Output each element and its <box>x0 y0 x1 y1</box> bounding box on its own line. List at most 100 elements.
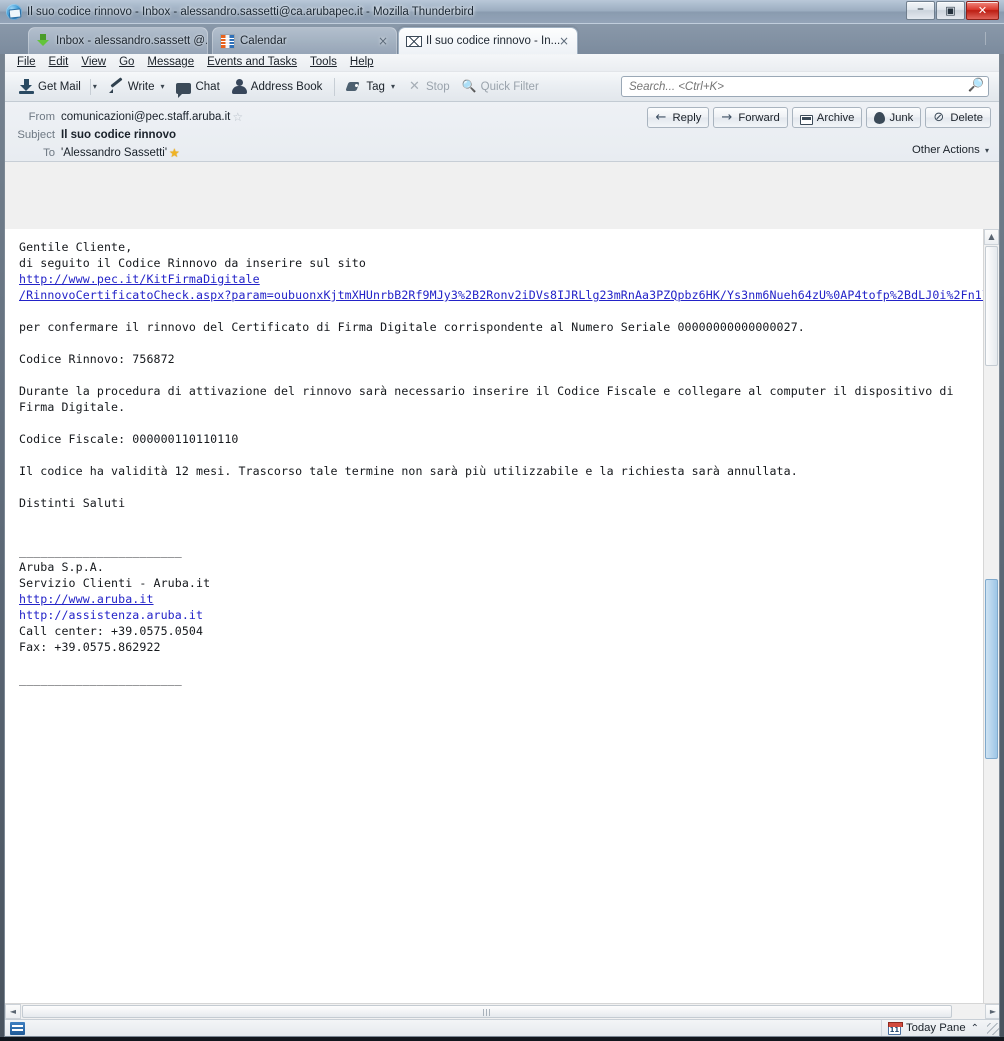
junk-flame-icon <box>874 111 886 124</box>
menu-tools[interactable]: Tools <box>304 54 344 71</box>
from-address[interactable]: comunicazioni@pec.staff.aruba.it <box>61 111 230 123</box>
body-intro: di seguito il Codice Rinnovo da inserire… <box>19 256 366 270</box>
address-book-button[interactable]: Address Book <box>226 76 329 98</box>
signature-company: Aruba S.p.A. <box>19 560 104 574</box>
tab-calendar-close-icon[interactable]: × <box>377 35 389 47</box>
other-actions-chevron-down-icon: ▾ <box>984 146 989 155</box>
vertical-scrollbar[interactable]: ▲ ▼ <box>983 229 999 1036</box>
message-header: From comunicazioni@pec.staff.aruba.it ☆ … <box>5 102 999 162</box>
forward-button[interactable]: → Forward <box>713 107 788 128</box>
body-codice-fiscale: Codice Fiscale: 000000110110110 <box>19 432 239 446</box>
menu-bar: File Edit View Go Message Events and Tas… <box>5 54 999 72</box>
from-label: From <box>28 111 55 123</box>
menu-edit[interactable]: Edit <box>43 54 76 71</box>
other-actions-label: Other Actions <box>912 144 980 156</box>
thunderbird-window: Il suo codice rinnovo - Inbox - alessand… <box>0 0 1004 1041</box>
tag-chevron-down-icon[interactable]: ▾ <box>391 82 395 91</box>
horizontal-scroll-thumb[interactable] <box>22 1005 952 1018</box>
inbox-icon <box>36 34 51 49</box>
signature-call-center: Call center: +39.0575.0504 <box>19 624 204 638</box>
rinnovo-certificato-check-link[interactable]: /RinnovoCertificatoCheck.aspx?param=oubu… <box>19 288 989 302</box>
subject-label: Subject <box>17 129 55 141</box>
header-row-to: To 'Alessandro Sassetti' ★ <box>5 144 999 162</box>
menu-go-label: Go <box>119 56 135 68</box>
write-chevron-down-icon[interactable]: ▾ <box>160 82 164 91</box>
assistenza-aruba-link[interactable]: http://assistenza.aruba.it <box>19 608 203 622</box>
close-button[interactable]: ✕ <box>966 1 999 20</box>
menu-help[interactable]: Help <box>344 54 381 71</box>
chevron-up-icon: ⌃ <box>970 1022 979 1034</box>
close-icon: ✕ <box>977 4 988 17</box>
body-after-link: per confermare il rinnovo del Certificat… <box>19 320 805 334</box>
scroll-right-icon[interactable]: ► <box>985 1004 999 1019</box>
tab-calendar[interactable]: Calendar × <box>212 27 397 54</box>
tab-message-label: Il suo codice rinnovo - In... <box>426 35 561 47</box>
get-mail-label: Get Mail <box>38 80 81 93</box>
status-bar: 11 Today Pane ⌃ <box>5 1019 999 1036</box>
tag-button[interactable]: Tag ▾ <box>341 76 401 98</box>
scroll-up-icon[interactable]: ▲ <box>984 229 999 245</box>
minimize-button[interactable]: – <box>906 1 935 20</box>
archive-button[interactable]: Archive <box>791 107 863 128</box>
from-star-icon[interactable]: ☆ <box>232 111 243 123</box>
reply-button[interactable]: ← Reply <box>647 107 710 128</box>
body-procedura-line2: Firma Digitale. <box>19 400 126 414</box>
signature-fax: Fax: +39.0575.862922 <box>19 640 161 654</box>
get-mail-chevron-down-icon[interactable]: ▾ <box>93 82 97 91</box>
message-action-buttons: ← Reply → Forward Archive Junk ⊘ Delete <box>647 107 991 128</box>
toolbar-separator <box>334 77 336 96</box>
address-book-label: Address Book <box>250 80 323 93</box>
other-actions-button[interactable]: Other Actions ▾ <box>912 144 989 156</box>
tag-label: Tag <box>366 80 385 93</box>
menu-events-and-tasks[interactable]: Events and Tasks <box>201 54 304 71</box>
search-input[interactable] <box>621 76 989 97</box>
menu-message[interactable]: Message <box>141 54 201 71</box>
junk-button[interactable]: Junk <box>866 107 922 128</box>
body-saluti: Distinti Saluti <box>19 496 126 510</box>
to-star-icon[interactable]: ★ <box>169 147 180 159</box>
envelope-icon <box>406 36 422 47</box>
quick-filter-button[interactable]: 🔍 Quick Filter <box>456 76 545 98</box>
today-pane-button[interactable]: 11 Today Pane ⌃ <box>880 1020 985 1036</box>
horizontal-scrollbar[interactable]: ◄ ► <box>5 1003 999 1019</box>
tab-message-close-icon[interactable]: × <box>558 35 570 47</box>
scroll-left-icon[interactable]: ◄ <box>5 1004 21 1019</box>
tab-inbox[interactable]: Inbox - alessandro.sassett @... <box>28 27 208 54</box>
menu-go[interactable]: Go <box>113 54 141 71</box>
menu-file[interactable]: File <box>11 54 43 71</box>
chat-button[interactable]: Chat <box>170 76 225 98</box>
signature-divider-bottom: _______________________ <box>19 672 182 686</box>
tab-strip: Inbox - alessandro.sassett @... Calendar… <box>0 24 1004 54</box>
menu-file-label: File <box>17 56 36 68</box>
main-toolbar: Get Mail ▾ Write ▾ Chat Address Book Tag <box>5 72 999 102</box>
menu-view-label: View <box>81 56 107 68</box>
delete-button[interactable]: ⊘ Delete <box>925 107 991 128</box>
body-greeting: Gentile Cliente, <box>19 240 133 254</box>
maximize-button[interactable]: ▣ <box>936 1 965 20</box>
forward-arrow-icon: → <box>721 110 733 125</box>
chat-label: Chat <box>195 80 220 93</box>
stop-x-icon: ✕ <box>409 79 420 94</box>
to-recipient[interactable]: 'Alessandro Sassetti' <box>61 147 167 159</box>
get-mail-button[interactable]: Get Mail <box>13 76 87 98</box>
write-label: Write <box>127 80 155 93</box>
resize-grip[interactable] <box>987 1023 999 1035</box>
menu-view[interactable]: View <box>75 54 113 71</box>
desktop-strip <box>0 1037 1004 1041</box>
menu-message-label: Message <box>147 56 195 68</box>
calendar-icon <box>220 34 235 49</box>
signature-divider-top: _______________________ <box>19 544 182 558</box>
vertical-scroll-thumb[interactable] <box>985 246 998 366</box>
kit-firma-digitale-link[interactable]: http://www.pec.it/KitFirmaDigitale <box>19 272 260 286</box>
quick-filter-label: Quick Filter <box>480 80 539 93</box>
subject-value: Il suo codice rinnovo <box>61 129 177 141</box>
title-bar: Il suo codice rinnovo - Inbox - alessand… <box>0 0 1004 24</box>
aruba-website-link[interactable]: http://www.aruba.it <box>19 592 154 606</box>
vertical-scroll-thumb-secondary[interactable] <box>985 579 998 759</box>
tab-message[interactable]: Il suo codice rinnovo - In... × <box>398 27 578 54</box>
status-account-icon <box>10 1021 25 1035</box>
all-tabs-button[interactable] <box>985 32 998 45</box>
write-button[interactable]: Write ▾ <box>103 76 171 98</box>
search-icon[interactable]: 🔍 <box>968 78 984 93</box>
menu-events-and-tasks-label: Events and Tasks <box>207 56 298 68</box>
